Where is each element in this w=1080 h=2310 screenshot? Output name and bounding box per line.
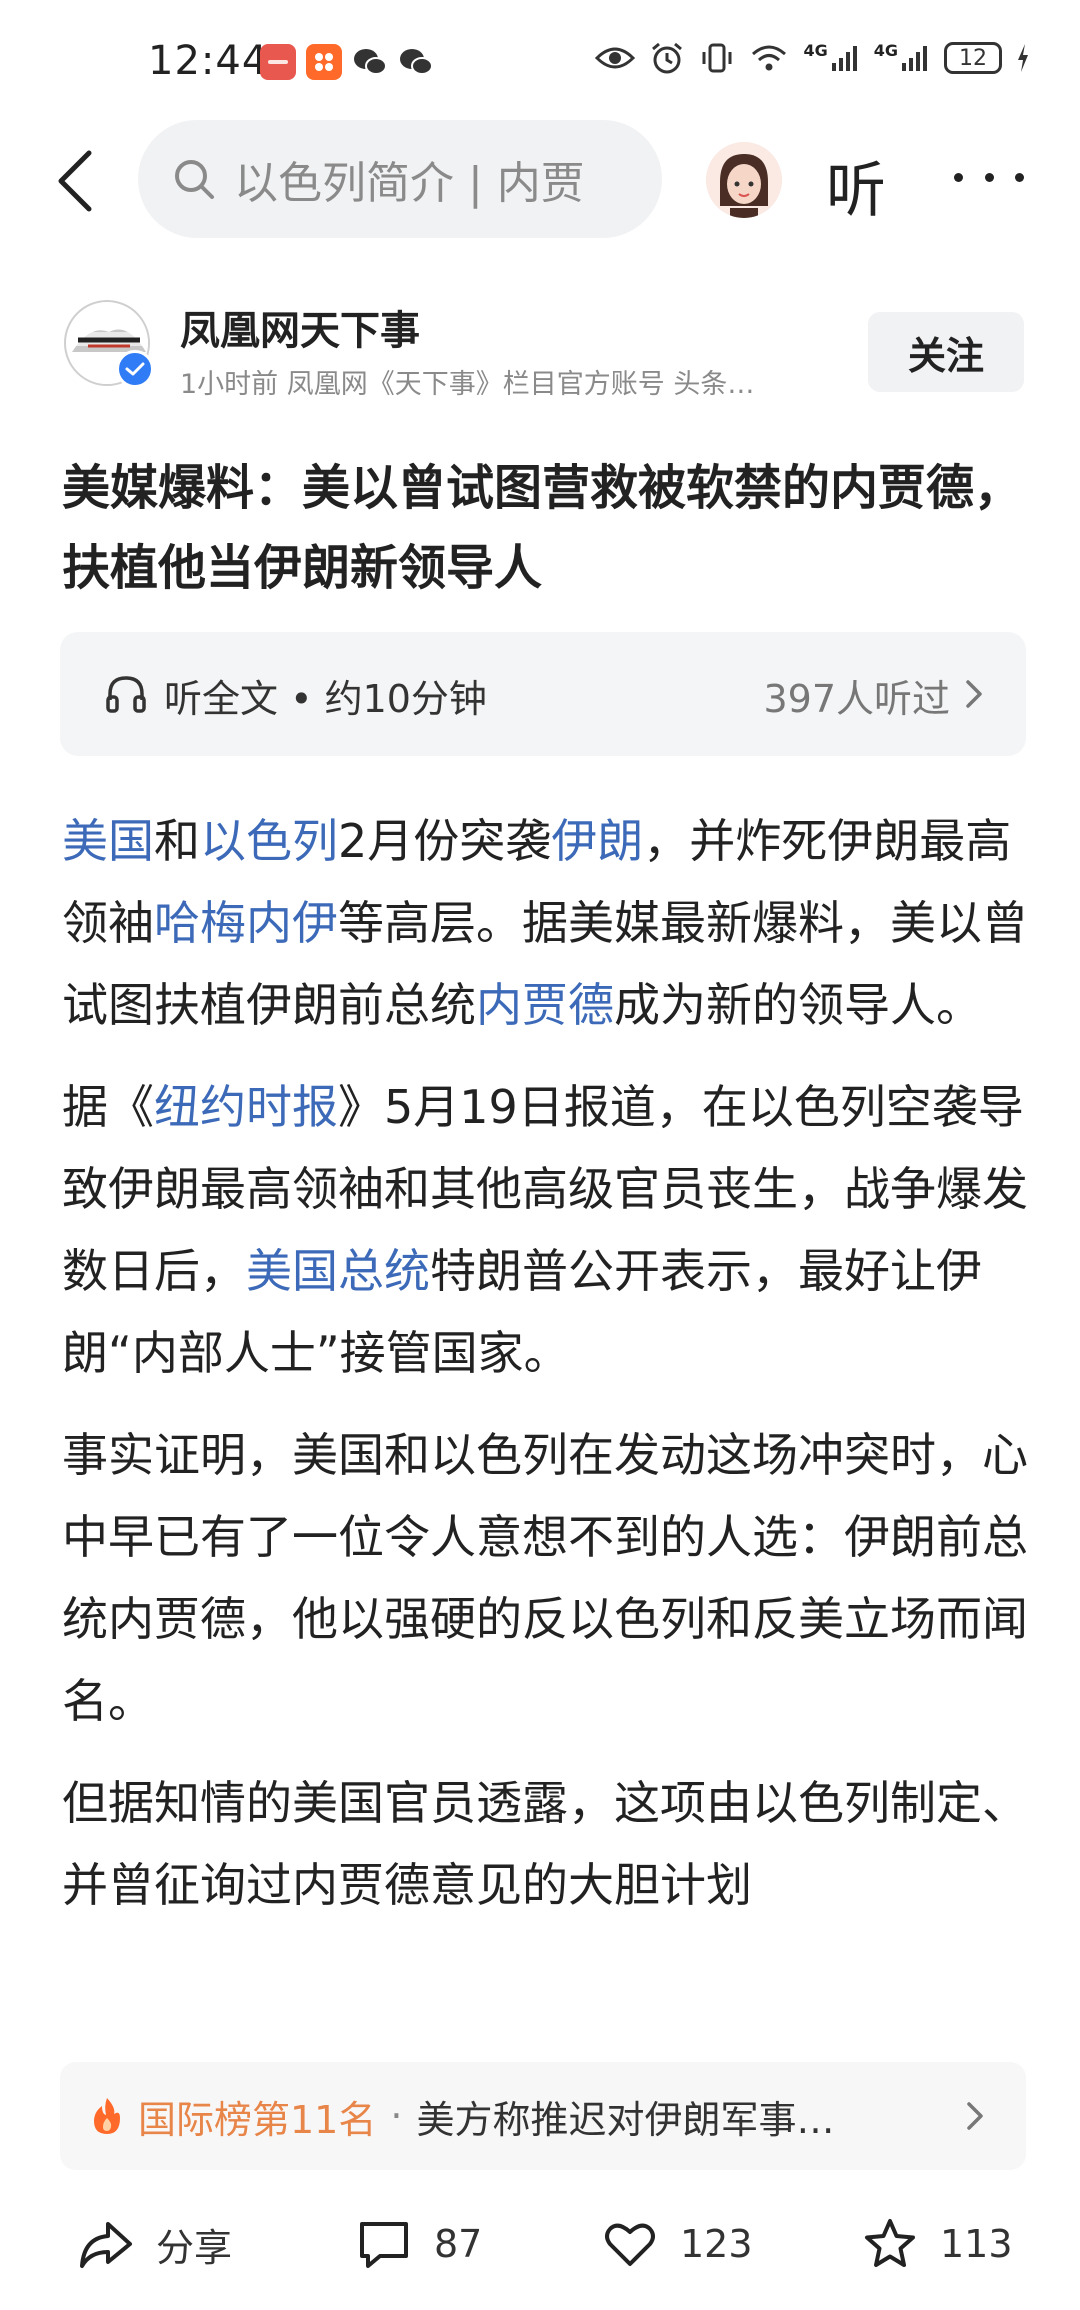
share-label: 分享 [156,2225,233,2270]
hot-rank-separator: · [390,2094,403,2138]
star-icon [865,2219,915,2267]
article-keyword-link[interactable]: 内贾德 [476,978,614,1032]
more-options-button[interactable] [954,152,1024,202]
share-button[interactable]: 分享 [78,2212,232,2276]
article-keyword-link[interactable]: 纽约时报 [154,1080,338,1134]
search-input[interactable]: 以色列简介 | 内贾 [138,120,662,238]
article-keyword-link[interactable]: 美国 [62,814,154,868]
listen-count: 397人听过 [763,677,950,721]
signal-icon [902,46,927,71]
signal-icon [831,46,857,71]
wechat-icon [398,44,434,80]
article-text-segment: 成为新的领导人。 [614,978,982,1032]
article-paragraph: 事实证明，美国和以色列在发动这场冲突时，心中早已有了一位令人意想不到的人选：伊朗… [62,1414,1028,1742]
network-type-2: 4G [873,40,898,60]
status-bar: 12:44 4G 4G 12 [0,0,1080,120]
article-text-segment: 据《 [62,1080,154,1134]
headphones-icon [106,676,146,713]
battery-level: 12 [959,45,987,71]
back-arrow-icon [58,150,92,212]
back-button[interactable] [40,146,110,216]
wifi-icon [752,45,787,71]
charging-icon [1018,44,1028,72]
article-keyword-link[interactable]: 哈梅内伊 [154,896,338,950]
author-row: 凤凰网天下事 1小时前 凤凰网《天下事》栏目官方账号 头条… 关注 [0,290,1080,410]
hot-rank-bar[interactable]: 国际榜第11名 · 美方称推迟对伊朗军事… [60,2062,1026,2170]
like-count: 123 [680,2222,753,2266]
article-paragraph: 据《纽约时报》5月19日报道，在以色列空袭导致伊朗最高领袖和其他高级官员丧生，战… [62,1066,1028,1394]
author-name[interactable]: 凤凰网天下事 [180,298,420,356]
bottom-action-bar: 分享 87 123 113 [0,2180,1080,2310]
verified-badge-icon [116,350,154,388]
favorite-button[interactable]: 113 [862,2212,1013,2276]
comment-icon [360,2222,408,2268]
article-text-segment: 事实证明，美国和以色列在发动这场冲突时，心中早已有了一位令人意想不到的人选：伊朗… [62,1428,1028,1728]
comment-count: 87 [434,2222,483,2266]
top-navigation: 以色列简介 | 内贾 听 [0,120,1080,244]
wechat-icon [352,44,388,80]
follow-button[interactable]: 关注 [868,312,1024,392]
flame-icon [94,2098,120,2134]
listen-button[interactable]: 听 [826,142,886,229]
eye-icon [595,47,636,69]
article-text-segment: 但据知情的美国官员透露，这项由以色列制定、并曾征询过内贾德意见的大胆计划 [62,1776,1028,1912]
user-avatar[interactable] [706,142,782,218]
article-paragraph: 美国和以色列2月份突袭伊朗，并炸死伊朗最高领袖哈梅内伊等高层。据美媒最新爆料，美… [62,800,1028,1046]
network-type-1: 4G [803,40,828,60]
heart-icon [605,2223,655,2266]
search-icon [175,160,214,199]
article-keyword-link[interactable]: 伊朗 [551,814,643,868]
author-meta: 1小时前 凤凰网《天下事》栏目官方账号 头条… [180,369,755,400]
more-dot-icon [954,172,963,182]
alarm-icon [652,42,683,74]
toutiao-app-icon [306,44,342,80]
chevron-right-icon [967,2102,983,2130]
like-button[interactable]: 123 [602,2212,753,2276]
article-text-segment: 2月份突袭 [338,814,552,868]
favorite-count: 113 [940,2222,1013,2266]
article-text-segment: 和 [154,814,200,868]
status-app-icons [260,44,434,80]
article-keyword-link[interactable]: 美国总统 [246,1244,430,1298]
status-time: 12:44 [148,38,269,84]
chevron-right-icon [966,680,982,708]
article-paragraph: 但据知情的美国官员透露，这项由以色列制定、并曾征询过内贾德意见的大胆计划 [62,1762,1028,1926]
listen-full-label: 听全文 • 约10分钟 [164,677,487,721]
search-placeholder: 以色列简介 | 内贾 [234,158,585,209]
more-dot-icon [984,172,994,182]
vibrate-icon [702,43,732,73]
hot-rank-label: 国际榜第11名 [138,2097,377,2142]
huawei-app-icon [260,44,296,80]
status-indicators: 4G 4G 12 [595,40,1030,76]
hot-rank-headline: 美方称推迟对伊朗军事… [416,2097,835,2142]
more-dot-icon [1015,172,1024,182]
listen-full-text-bar[interactable]: 听全文 • 约10分钟 397人听过 [60,632,1026,756]
comment-button[interactable]: 87 [356,2212,482,2276]
share-icon [80,2222,132,2268]
article-keyword-link[interactable]: 以色列 [200,814,338,868]
article-body: 美国和以色列2月份突袭伊朗，并炸死伊朗最高领袖哈梅内伊等高层。据美媒最新爆料，美… [62,800,1028,2048]
article-title: 美媒爆料：美以曾试图营救被软禁的内贾德，扶植他当伊朗新领导人 [62,460,1023,596]
article-page: 12:44 4G 4G 12 以色列简介 | 内贾 听 凤凰网天下事 1小时前 … [0,0,1080,2310]
battery-indicator: 12 [944,42,1002,74]
